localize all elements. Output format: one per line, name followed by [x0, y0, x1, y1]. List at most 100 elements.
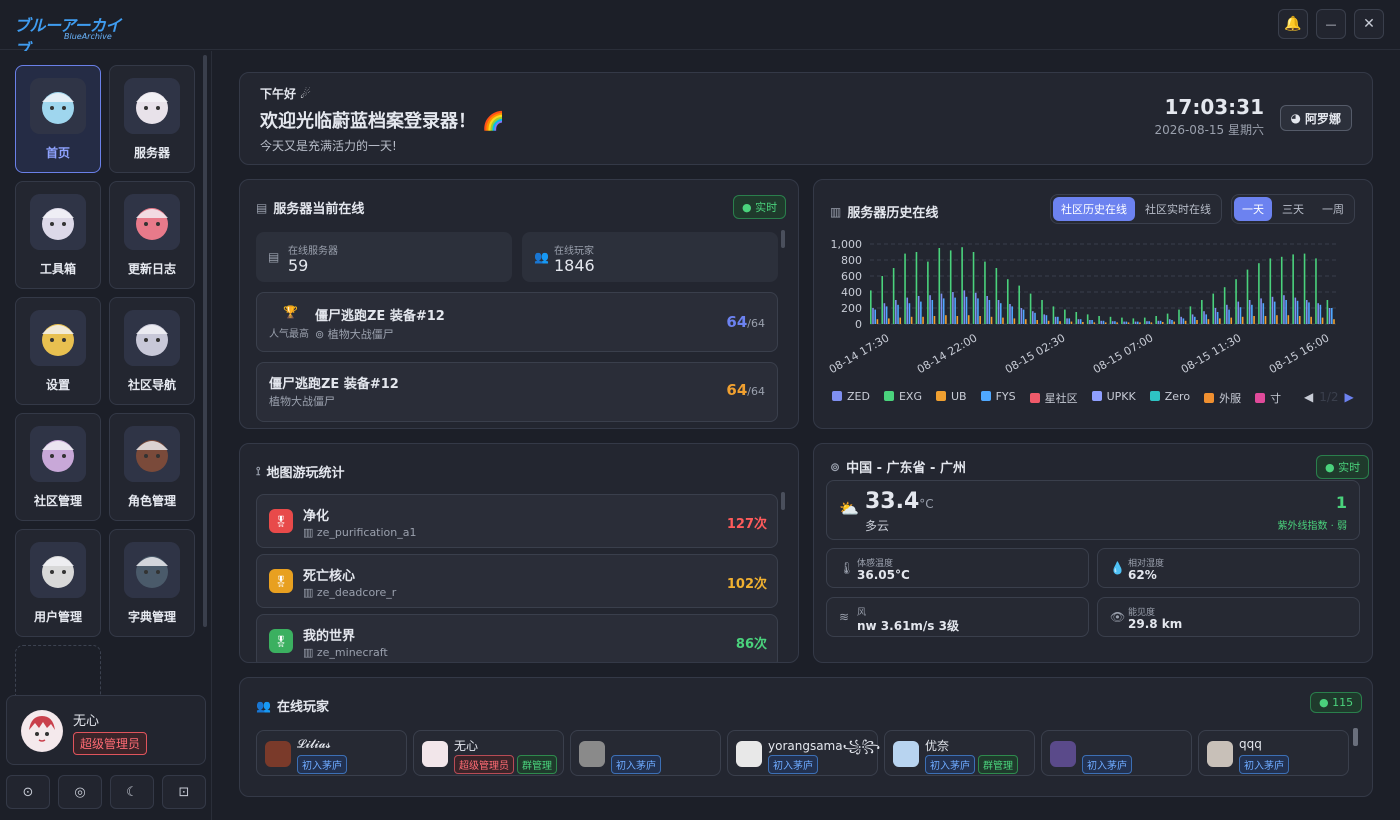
chart-bar	[1079, 319, 1082, 324]
legend-item[interactable]: 寸	[1255, 390, 1281, 406]
legend-item[interactable]: EXG	[883, 390, 922, 406]
weather-detail: 💧 相对湿度 62%	[1097, 548, 1360, 588]
chart-bar	[1116, 322, 1118, 324]
tab-range-3day[interactable]: 三天	[1274, 197, 1312, 221]
chart-bar	[1047, 320, 1050, 324]
chart-bar	[1203, 311, 1205, 324]
user-card[interactable]: 无心 超级管理员	[6, 695, 206, 765]
chart-bar	[1150, 322, 1153, 324]
chart-bar	[904, 253, 906, 324]
weather-detail: 👁 能见度 29.8 km	[1097, 597, 1360, 637]
chevron-right-icon[interactable]: ▶	[1345, 390, 1354, 404]
avatar	[1207, 741, 1233, 767]
chart-bar	[1148, 321, 1150, 324]
avatar	[265, 741, 291, 767]
avatar	[422, 741, 448, 767]
legend-item[interactable]: ZED	[832, 390, 870, 406]
players-scrollbar[interactable]	[1353, 728, 1358, 746]
sidebar-item[interactable]: 工具箱	[15, 181, 101, 289]
map-list-scrollbar[interactable]	[781, 492, 785, 510]
chart-bar	[870, 290, 872, 324]
chart-bar	[1111, 321, 1114, 324]
chart-bar	[1317, 303, 1319, 324]
close-button[interactable]: ✕	[1354, 9, 1384, 39]
sidebar-item-label: 服务器	[133, 146, 170, 160]
sidebar-item[interactable]: 设置	[15, 297, 101, 405]
chart-bar	[1228, 309, 1230, 324]
legend-item[interactable]: UB	[935, 390, 967, 406]
server-row[interactable]: 僵尸逃跑ZE 装备#12 植物大战僵尸 64/64	[256, 362, 778, 422]
chevron-left-icon[interactable]: ◀	[1304, 390, 1313, 404]
feedback-icon[interactable]: ⊡	[162, 775, 206, 809]
chart-bar	[1212, 293, 1215, 324]
tab-community-realtime[interactable]: 社区实时在线	[1137, 197, 1219, 221]
tab-range-week[interactable]: 一周	[1314, 197, 1352, 221]
player-card[interactable]: qqq 初入茅庐	[1198, 730, 1349, 776]
chart-bar	[1251, 304, 1253, 324]
moon-icon[interactable]: ☾	[110, 775, 154, 809]
player-card[interactable]: 初入茅庐	[570, 730, 721, 776]
tab-range-day[interactable]: 一天	[1234, 197, 1272, 221]
player-card[interactable]: yorangsama꧁꧂ 初入茅庐	[727, 730, 880, 776]
tab-community-history[interactable]: 社区历史在线	[1053, 197, 1135, 221]
sidebar-item[interactable]: 服务器	[109, 65, 195, 173]
sidebar-item[interactable]: 角色管理	[109, 413, 195, 521]
legend-item[interactable]: FYS	[980, 390, 1016, 406]
sidebar-item[interactable]: 社区管理	[15, 413, 101, 521]
chart-bar	[1155, 316, 1157, 324]
sidebar-item[interactable]: 更新日志	[109, 181, 195, 289]
chart-bar	[1093, 322, 1096, 324]
server-name: 僵尸逃跑ZE 装备#12	[315, 309, 445, 324]
weather-detail-value: nw 3.61m/s 3级	[857, 619, 959, 633]
status-badge: ● 实时	[1316, 455, 1370, 479]
player-card[interactable]: 𝓛𝓲𝓵𝓲𝓪𝓼 初入茅庐	[256, 730, 407, 776]
server-icon: ▤	[256, 200, 268, 215]
sidebar-item[interactable]: 首页	[15, 65, 101, 173]
chart-bar	[927, 261, 929, 324]
weather-temp-value: 33.4	[865, 489, 920, 514]
legend-swatch	[883, 391, 894, 401]
player-tag: 初入茅庐	[297, 755, 347, 774]
chart-bar	[892, 268, 895, 324]
nav-avatar	[30, 426, 86, 482]
chart-bar	[1100, 320, 1103, 324]
player-tag: 初入茅庐	[768, 755, 818, 774]
legend-item[interactable]: 外服	[1204, 390, 1241, 406]
chart-bar	[922, 316, 924, 324]
chart-bar	[1104, 322, 1107, 324]
map-row[interactable]: 🎖 我的世界 ▥ ze_minecraft 86次	[256, 614, 778, 662]
legend-item[interactable]: Zero	[1149, 390, 1190, 406]
map-row[interactable]: 🎖 净化 ▥ ze_purification_a1 127次	[256, 494, 778, 548]
minimize-button[interactable]: —	[1316, 9, 1346, 39]
nav-avatar	[124, 194, 180, 250]
server-list-scrollbar[interactable]	[781, 230, 785, 248]
history-card: ▥ 服务器历史在线 社区历史在线 社区实时在线 一天 三天 一周 1,000 800…	[813, 179, 1373, 429]
legend-item[interactable]: 星社区	[1029, 390, 1078, 406]
player-card[interactable]: 初入茅庐	[1041, 730, 1192, 776]
server-map: ⊚ 植物大战僵尸	[315, 328, 394, 341]
chart-bar	[917, 296, 920, 324]
back-icon[interactable]: ⊙	[6, 775, 50, 809]
chart-bar	[1077, 319, 1080, 324]
sidebar-scrollbar[interactable]	[203, 55, 207, 627]
avatar	[21, 710, 63, 752]
sidebar-item[interactable]: 用户管理	[15, 529, 101, 637]
chart-bar	[1114, 321, 1116, 324]
sidebar-item[interactable]: 字典管理	[109, 529, 195, 637]
weather-location: ⊚ 中国 - 广东省 - 广州	[830, 457, 966, 477]
clock-time: 17:03:31	[1164, 95, 1265, 119]
server-online-title-text: 服务器当前在线	[273, 202, 365, 217]
chart-bar	[908, 303, 911, 324]
player-tags: 初入茅庐	[1082, 755, 1132, 774]
target-icon[interactable]: ◎	[58, 775, 102, 809]
map-row[interactable]: 🎖 死亡核心 ▥ ze_deadcore_r 102次	[256, 554, 778, 608]
nav-avatar	[124, 542, 180, 598]
user-switch-button[interactable]: ◕ 阿罗娜	[1279, 105, 1352, 131]
bell-icon[interactable]: 🔔	[1278, 9, 1308, 39]
server-row[interactable]: 🏆 人气最高 僵尸逃跑ZE 装备#12 ⊚ 植物大战僵尸 64/64	[256, 292, 778, 352]
player-card[interactable]: 无心 超级管理员 群管理	[413, 730, 564, 776]
sidebar-item[interactable]: 社区导航	[109, 297, 195, 405]
history-source-tabs: 社区历史在线 社区实时在线	[1050, 194, 1222, 224]
player-card[interactable]: 优奈 初入茅庐 群管理	[884, 730, 1035, 776]
legend-item[interactable]: UPKK	[1091, 390, 1136, 406]
